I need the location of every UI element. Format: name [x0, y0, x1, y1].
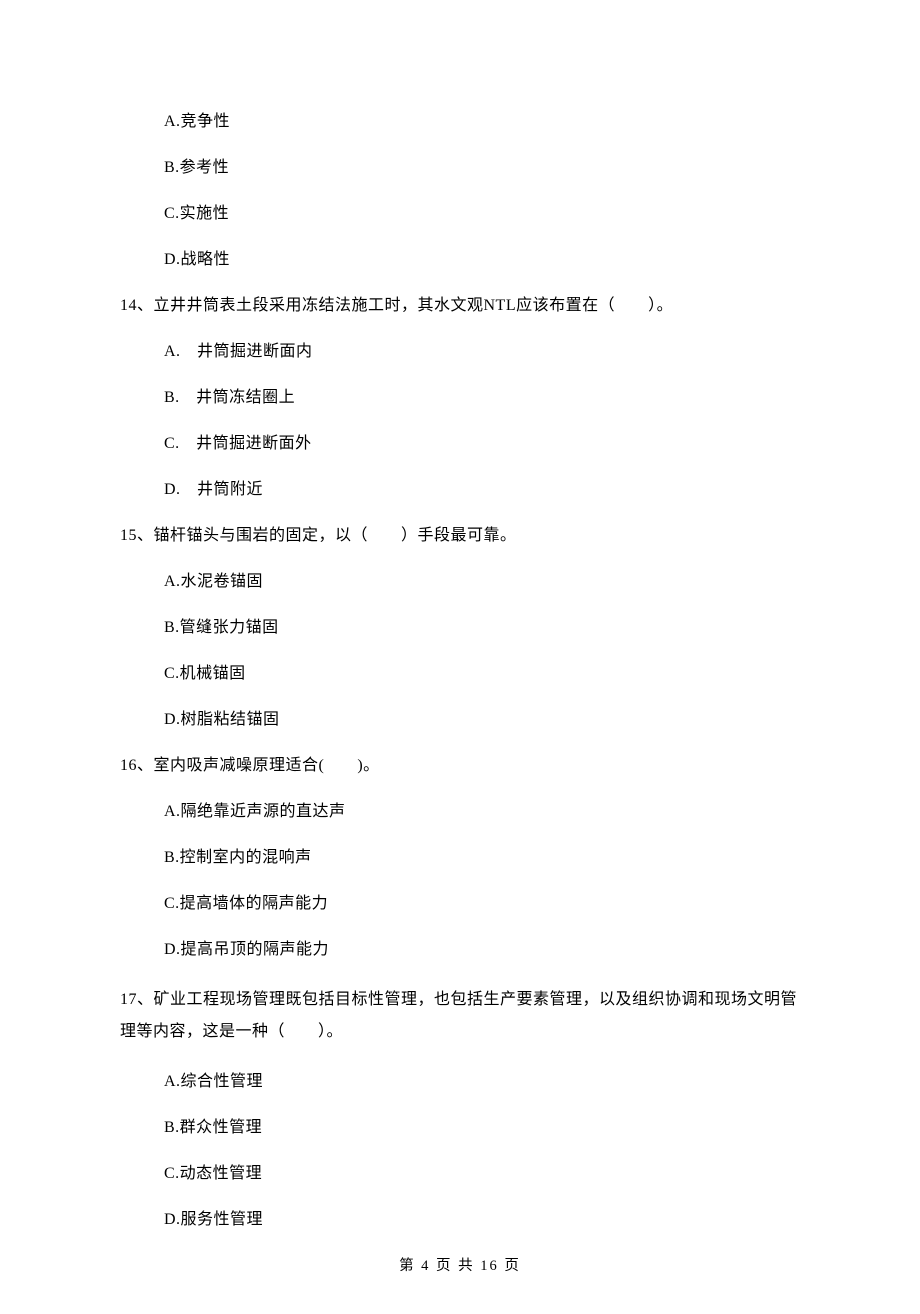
question-14-option-a: A. 井筒掘进断面内 [164, 340, 800, 364]
question-17-option-b: B.群众性管理 [164, 1116, 800, 1140]
question-17-stem: 17、矿业工程现场管理既包括目标性管理，也包括生产要素管理，以及组织协调和现场文… [120, 984, 800, 1048]
question-16-option-c: C.提高墙体的隔声能力 [164, 892, 800, 916]
question-16-option-d: D.提高吊顶的隔声能力 [164, 938, 800, 962]
question-15-option-c: C.机械锚固 [164, 662, 800, 686]
page-container: A.竞争性 B.参考性 C.实施性 D.战略性 14、立井井筒表土段采用冻结法施… [0, 0, 920, 1314]
question-14-option-b: B. 井筒冻结圈上 [164, 386, 800, 410]
prev-question-option-b: B.参考性 [164, 156, 800, 180]
question-14-option-c: C. 井筒掘进断面外 [164, 432, 800, 456]
question-17-option-a: A.综合性管理 [164, 1070, 800, 1094]
question-15-option-b: B.管缝张力锚固 [164, 616, 800, 640]
prev-question-option-d: D.战略性 [164, 248, 800, 272]
question-17-option-d: D.服务性管理 [164, 1208, 800, 1232]
prev-question-option-a: A.竞争性 [164, 110, 800, 134]
question-16-option-b: B.控制室内的混响声 [164, 846, 800, 870]
question-16-stem: 16、室内吸声减噪原理适合( )。 [120, 754, 800, 778]
page-footer: 第 4 页 共 16 页 [0, 1256, 920, 1278]
question-17-option-c: C.动态性管理 [164, 1162, 800, 1186]
question-14-option-d: D. 井筒附近 [164, 478, 800, 502]
question-15-option-d: D.树脂粘结锚固 [164, 708, 800, 732]
question-16-option-a: A.隔绝靠近声源的直达声 [164, 800, 800, 824]
question-15-stem: 15、锚杆锚头与围岩的固定，以（ ）手段最可靠。 [120, 524, 800, 548]
prev-question-option-c: C.实施性 [164, 202, 800, 226]
question-15-option-a: A.水泥卷锚固 [164, 570, 800, 594]
question-14-stem: 14、立井井筒表土段采用冻结法施工时，其水文观NTL应该布置在（ ）。 [120, 294, 800, 318]
